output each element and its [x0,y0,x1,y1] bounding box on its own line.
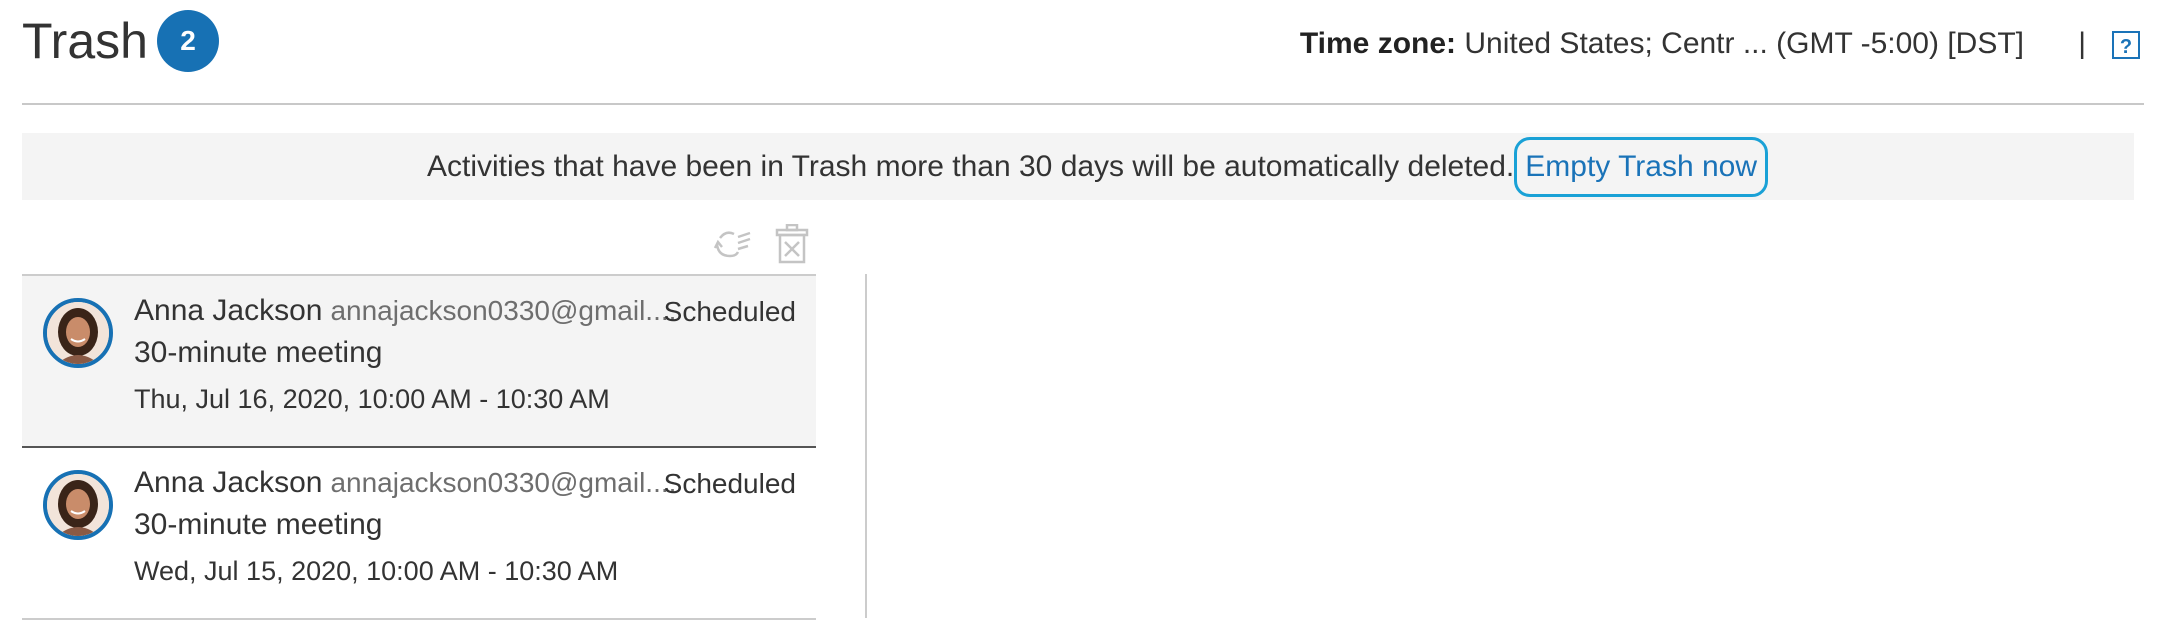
pane-divider[interactable] [865,274,867,618]
timezone-display: Time zone: United States; Centr ... (GMT… [1300,24,2024,64]
page-header: Trash 2 Time zone: United States; Centr … [22,0,2144,105]
status-label: Scheduled [663,296,796,327]
restore-icon[interactable] [712,224,752,264]
page-title: Trash [22,13,148,69]
activity-subject: 30-minute meeting [134,508,383,541]
contact-name: Anna Jackson annajackson0330@gmail.... [134,466,676,500]
contact-name-text: Anna Jackson [134,294,323,327]
auto-delete-banner: Activities that have been in Trash more … [22,133,2134,200]
avatar [43,298,113,368]
activity-list-item[interactable]: Anna Jackson annajackson0330@gmail.... Sc… [22,276,816,448]
avatar [43,470,113,540]
activity-datetime: Wed, Jul 15, 2020, 10:00 AM - 10:30 AM [134,556,619,586]
activity-datetime: Thu, Jul 16, 2020, 10:00 AM - 10:30 AM [134,384,610,414]
contact-email: annajackson0330@gmail.... [330,467,677,498]
empty-trash-now-link[interactable]: Empty Trash now [1514,136,1769,197]
contact-name-text: Anna Jackson [134,466,323,499]
activity-subject: 30-minute meeting [134,336,383,369]
activity-list-item[interactable]: Anna Jackson annajackson0330@gmail.... Sc… [22,448,816,620]
help-icon[interactable]: ? [2112,31,2140,59]
timezone-label: Time zone: [1299,27,1457,60]
header-separator: | [2078,27,2086,60]
contact-name: Anna Jackson annajackson0330@gmail.... [134,294,676,328]
contact-email: annajackson0330@gmail.... [330,295,677,326]
trash-count-badge: 2 [157,10,219,72]
delete-permanently-icon[interactable] [772,224,812,264]
status-label: Scheduled [663,468,796,499]
timezone-value[interactable]: United States; Centr ... (GMT -5:00) [DS… [1464,27,2024,60]
banner-message: Activities that have been in Trash more … [427,149,1515,183]
